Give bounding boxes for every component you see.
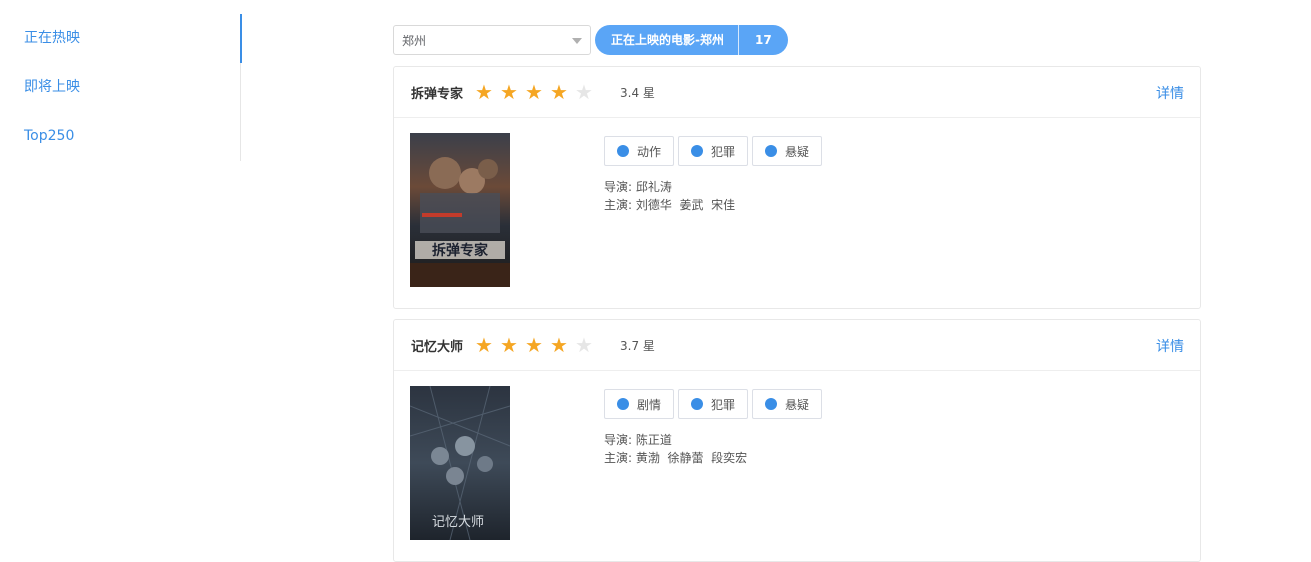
director-label: 导演: [604,180,633,194]
genre-tag[interactable]: 剧情 [604,389,675,419]
cast-line: 主演: 刘德华 姜武 宋佳 [604,196,735,214]
star-icon: ★ [500,80,518,104]
director-label: 导演: [604,433,633,447]
dot-icon [765,398,778,410]
movie-card-body: 记忆大师 剧情 犯罪 悬疑 导演: 陈正道 主演: 黄渤 徐静蕾 段奕宏 [394,371,1200,561]
poster-title-text: 拆弹专家 [432,242,489,259]
dot-icon [691,398,704,410]
poster-title-text: 记忆大师 [432,514,484,530]
poster-image: 记忆大师 [410,386,510,540]
star-rating: ★ ★ ★ ★ ★ [475,82,600,102]
genre-tag[interactable]: 悬疑 [752,389,823,419]
cast-label: 主演: [604,198,633,212]
movie-poster[interactable]: 拆弹专家 [410,133,510,287]
genre-tag-label: 剧情 [637,397,662,412]
star-icon: ★ [525,333,543,357]
movie-card: 记忆大师 ★ ★ ★ ★ ★ 3.7 星 详情 记忆大师 剧情 犯罪 悬疑 导演… [393,319,1201,562]
genre-tag-label: 悬疑 [785,144,810,159]
movie-card-header: 拆弹专家 ★ ★ ★ ★ ★ 3.4 星 详情 [394,67,1200,118]
cast-label: 主演: [604,451,633,465]
director-line: 导演: 邱礼涛 [604,178,735,196]
genre-tag[interactable]: 犯罪 [678,136,749,166]
movie-card-body: 拆弹专家 动作 犯罪 悬疑 导演: 邱礼涛 主演: 刘德华 姜武 宋佳 [394,118,1200,308]
cast-line: 主演: 黄渤 徐静蕾 段奕宏 [604,449,747,467]
star-icon: ★ [475,333,493,357]
movie-title: 拆弹专家 [411,86,464,102]
movie-credits: 导演: 邱礼涛 主演: 刘德华 姜武 宋佳 [604,178,735,214]
star-icon: ★ [475,80,493,104]
city-select-value: 郑州 [402,33,427,48]
genre-tag-label: 犯罪 [711,144,736,159]
rating-text: 3.7 星 [620,338,655,353]
chevron-down-icon [572,38,582,44]
movie-credits: 导演: 陈正道 主演: 黄渤 徐静蕾 段奕宏 [604,431,747,467]
movie-title: 记忆大师 [411,339,464,355]
movie-card: 拆弹专家 ★ ★ ★ ★ ★ 3.4 星 详情 拆弹专家 动作 犯罪 悬疑 导演… [393,66,1201,309]
sidebar-item-top250[interactable]: Top250 [0,112,240,161]
genre-tag[interactable]: 动作 [604,136,675,166]
genre-tags: 动作 犯罪 悬疑 [604,136,826,166]
genre-tag-label: 悬疑 [785,397,810,412]
movie-poster[interactable]: 记忆大师 [410,386,510,540]
sidebar: 正在热映 即将上映 Top250 [0,14,242,161]
dot-icon [691,145,704,157]
dot-icon [765,145,778,157]
toolbar: 郑州 正在上映的电影-郑州 17 [393,24,788,56]
rating-text: 3.4 星 [620,85,655,100]
city-select[interactable]: 郑州 [393,25,591,55]
now-showing-label: 正在上映的电影-郑州 [611,33,724,47]
director-name: 陈正道 [635,433,672,447]
poster-image: 拆弹专家 [410,133,510,287]
cast-names: 刘德华 姜武 宋佳 [635,198,736,212]
detail-link[interactable]: 详情 [1156,336,1184,356]
dot-icon [617,398,629,410]
cast-names: 黄渤 徐静蕾 段奕宏 [635,451,748,465]
dot-icon [617,145,629,157]
star-icon: ★ [500,333,518,357]
sidebar-item-now-showing[interactable]: 正在热映 [0,14,242,63]
director-name: 邱礼涛 [635,180,672,194]
now-showing-badge-button[interactable]: 正在上映的电影-郑州 17 [595,25,788,55]
star-rating: ★ ★ ★ ★ ★ [475,335,600,355]
genre-tag[interactable]: 犯罪 [678,389,749,419]
movie-card-header: 记忆大师 ★ ★ ★ ★ ★ 3.7 星 详情 [394,320,1200,371]
genre-tag-label: 动作 [637,144,662,159]
sidebar-item-coming-soon[interactable]: 即将上映 [0,63,240,112]
genre-tags: 剧情 犯罪 悬疑 [604,389,826,419]
movie-count-badge: 17 [737,25,788,55]
director-line: 导演: 陈正道 [604,431,747,449]
detail-link[interactable]: 详情 [1156,83,1184,103]
star-icon: ★ [550,80,568,104]
star-icon: ★ [525,80,543,104]
star-empty-icon: ★ [575,333,593,357]
star-icon: ★ [550,333,568,357]
genre-tag[interactable]: 悬疑 [752,136,823,166]
star-empty-icon: ★ [575,80,593,104]
genre-tag-label: 犯罪 [711,397,736,412]
